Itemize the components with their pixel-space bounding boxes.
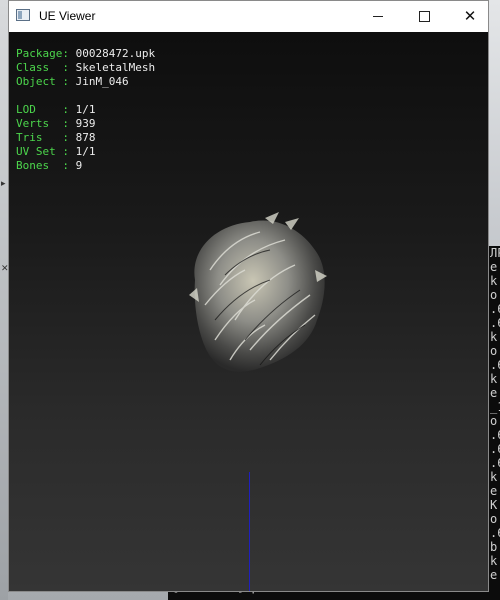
console-line: e	[490, 568, 498, 582]
window-title: UE Viewer	[39, 9, 96, 23]
ue-viewer-window: UE Viewer ✕ Package: 00028472.upk Class …	[8, 0, 489, 592]
3d-viewport[interactable]: Package: 00028472.upk Class : SkeletalMe…	[9, 32, 488, 591]
info-row-lod: LOD : 1/1	[16, 103, 96, 116]
maximize-icon	[418, 11, 430, 22]
desktop-left-strip	[0, 0, 8, 600]
info-row-class: Class : SkeletalMesh	[16, 61, 156, 74]
info-row-tris: Tris : 878	[16, 131, 96, 144]
info-row-uv-set: UV Set : 1/1	[16, 145, 96, 158]
console-line: k	[490, 554, 498, 568]
console-line: e	[490, 386, 498, 400]
console-line: o	[490, 414, 498, 428]
console-line: o	[490, 288, 498, 302]
info-row-package: Package: 00028472.upk	[16, 47, 156, 60]
maximize-button[interactable]	[401, 1, 447, 32]
ue-viewer-app-icon[interactable]	[16, 9, 30, 21]
title-bar[interactable]: UE Viewer ✕	[9, 1, 488, 32]
console-line: b	[490, 540, 498, 554]
info-row-bones: Bones : 9	[16, 159, 83, 172]
console-line: o	[490, 344, 498, 358]
console-line: .6	[490, 526, 500, 540]
console-line: k	[490, 330, 498, 344]
console-line: e	[490, 484, 498, 498]
info-row-object: Object : JinM_046	[16, 75, 129, 88]
console-line: .6	[490, 316, 500, 330]
console-line: .6	[490, 302, 500, 316]
minimize-icon	[373, 16, 383, 17]
console-line: K	[490, 498, 498, 512]
resize-arrow-icon: ▸	[1, 179, 6, 189]
minimize-button[interactable]	[355, 1, 401, 32]
hair-mesh-model[interactable]	[175, 210, 330, 380]
console-line: .6	[490, 358, 500, 372]
console-line: .6	[490, 428, 500, 442]
console-line: o	[490, 512, 498, 526]
console-line: .6	[490, 442, 500, 456]
mesh-info-panel: Package: 00028472.upk Class : SkeletalMe…	[16, 47, 155, 173]
info-row-verts: Verts : 939	[16, 117, 96, 130]
console-line: k	[490, 274, 498, 288]
console-line: k	[490, 372, 498, 386]
console-line: k	[490, 470, 498, 484]
console-line: ЛР	[490, 246, 500, 260]
console-line: .6	[490, 456, 500, 470]
console-line: _1	[490, 400, 500, 414]
close-button[interactable]: ✕	[447, 1, 493, 32]
background-console: ЛРeko.6.6ko.6ke_1o.6.6.6keKo.6bke	[488, 246, 500, 600]
console-line: e	[490, 260, 498, 274]
z-axis-line	[249, 472, 250, 591]
close-icon: ✕	[463, 7, 477, 25]
